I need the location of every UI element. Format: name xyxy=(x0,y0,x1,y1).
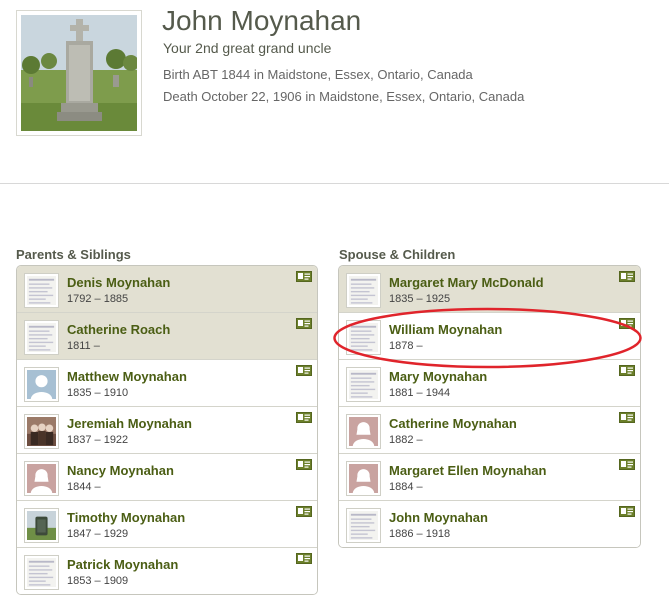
document-thumbnail-icon[interactable] xyxy=(24,555,59,590)
person-name-link[interactable]: Nancy Moynahan xyxy=(67,463,174,478)
document-thumbnail-icon[interactable] xyxy=(346,508,381,543)
profile-card-icon[interactable] xyxy=(619,318,635,329)
spouse-children-title: Spouse & Children xyxy=(339,247,456,262)
document-thumbnail-icon[interactable] xyxy=(24,273,59,308)
parents-siblings-row-denis-moynahan[interactable]: Denis Moynahan 1792 – 1885 xyxy=(17,266,317,313)
profile-photo[interactable] xyxy=(16,10,142,136)
profile-card-icon[interactable] xyxy=(619,271,635,282)
parents-siblings-row-jeremiah-moynahan[interactable]: Jeremiah Moynahan 1837 – 1922 xyxy=(17,407,317,454)
profile-card-icon[interactable] xyxy=(619,412,635,423)
parents-siblings-title: Parents & Siblings xyxy=(16,247,131,262)
male-silhouette-icon[interactable] xyxy=(24,367,59,402)
person-name-link[interactable]: William Moynahan xyxy=(389,322,502,337)
person-name-link[interactable]: Matthew Moynahan xyxy=(67,369,187,384)
person-name-link[interactable]: Margaret Ellen Moynahan xyxy=(389,463,546,478)
gravestone-photo-icon[interactable] xyxy=(24,508,59,543)
life-dates: 1792 – 1885 xyxy=(67,293,129,305)
person-name-link[interactable]: Timothy Moynahan xyxy=(67,510,185,525)
profile-card-icon[interactable] xyxy=(296,506,312,517)
person-name-link[interactable]: John Moynahan xyxy=(389,510,488,525)
birth-fact: Birth ABT 1844 in Maidstone, Essex, Onta… xyxy=(163,67,473,82)
female-silhouette-icon[interactable] xyxy=(346,414,381,449)
profile-card-icon[interactable] xyxy=(619,365,635,376)
life-dates: 1878 – xyxy=(389,340,423,352)
parents-siblings-panel: Denis Moynahan 1792 – 1885 Catherine Roach… xyxy=(16,265,318,595)
parents-siblings-row-timothy-moynahan[interactable]: Timothy Moynahan 1847 – 1929 xyxy=(17,501,317,548)
spouse-children-row-margaret-mary-mcdonald[interactable]: Margaret Mary McDonald 1835 – 1925 xyxy=(339,266,640,313)
profile-card-icon[interactable] xyxy=(296,553,312,564)
document-thumbnail-icon[interactable] xyxy=(346,367,381,402)
profile-card-icon[interactable] xyxy=(296,318,312,329)
spouse-children-row-catherine-moynahan[interactable]: Catherine Moynahan 1882 – xyxy=(339,407,640,454)
document-thumbnail-icon[interactable] xyxy=(24,320,59,355)
person-name-link[interactable]: Denis Moynahan xyxy=(67,275,170,290)
parents-siblings-row-patrick-moynahan[interactable]: Patrick Moynahan 1853 – 1909 xyxy=(17,548,317,594)
life-dates: 1853 – 1909 xyxy=(67,575,129,587)
life-dates: 1881 – 1944 xyxy=(389,387,451,399)
life-dates: 1884 – xyxy=(389,481,423,493)
profile-card-icon[interactable] xyxy=(296,412,312,423)
life-dates: 1882 – xyxy=(389,434,423,446)
spouse-children-panel: Margaret Mary McDonald 1835 – 1925 William… xyxy=(338,265,641,548)
life-dates: 1811 – xyxy=(67,340,100,352)
profile-card-icon[interactable] xyxy=(296,459,312,470)
spouse-children-row-margaret-ellen-moynahan[interactable]: Margaret Ellen Moynahan 1884 – xyxy=(339,454,640,501)
life-dates: 1837 – 1922 xyxy=(67,434,129,446)
person-name-link[interactable]: Margaret Mary McDonald xyxy=(389,275,544,290)
profile-card-icon[interactable] xyxy=(296,271,312,282)
life-dates: 1844 – xyxy=(67,481,101,493)
gravestone-photo-icon xyxy=(21,15,137,131)
death-fact: Death October 22, 1906 in Maidstone, Ess… xyxy=(163,89,525,104)
profile-card-icon[interactable] xyxy=(296,365,312,376)
parents-siblings-row-catherine-roach[interactable]: Catherine Roach 1811 – xyxy=(17,313,317,360)
document-thumbnail-icon[interactable] xyxy=(346,320,381,355)
person-name-link[interactable]: Catherine Moynahan xyxy=(389,416,517,431)
spouse-children-row-william-moynahan[interactable]: William Moynahan 1878 – xyxy=(339,313,640,360)
life-dates: 1835 – 1910 xyxy=(67,387,129,399)
life-dates: 1847 – 1929 xyxy=(67,528,129,540)
family-photo-icon[interactable] xyxy=(24,414,59,449)
header-divider xyxy=(0,183,669,184)
female-silhouette-icon[interactable] xyxy=(346,461,381,496)
life-dates: 1886 – 1918 xyxy=(389,528,451,540)
document-thumbnail-icon[interactable] xyxy=(346,273,381,308)
spouse-children-row-john-moynahan[interactable]: John Moynahan 1886 – 1918 xyxy=(339,501,640,547)
profile-card-icon[interactable] xyxy=(619,459,635,470)
person-name-link[interactable]: Patrick Moynahan xyxy=(67,557,178,572)
parents-siblings-row-matthew-moynahan[interactable]: Matthew Moynahan 1835 – 1910 xyxy=(17,360,317,407)
spouse-children-row-mary-moynahan[interactable]: Mary Moynahan 1881 – 1944 xyxy=(339,360,640,407)
person-name-link[interactable]: Mary Moynahan xyxy=(389,369,487,384)
parents-siblings-row-nancy-moynahan[interactable]: Nancy Moynahan 1844 – xyxy=(17,454,317,501)
relationship-text: Your 2nd great grand uncle xyxy=(163,40,332,56)
profile-card-icon[interactable] xyxy=(619,506,635,517)
life-dates: 1835 – 1925 xyxy=(389,293,451,305)
person-header: John Moynahan Your 2nd great grand uncle… xyxy=(0,0,669,184)
female-silhouette-icon[interactable] xyxy=(24,461,59,496)
person-name-link[interactable]: Catherine Roach xyxy=(67,322,170,337)
person-name: John Moynahan xyxy=(162,5,362,36)
person-name-link[interactable]: Jeremiah Moynahan xyxy=(67,416,192,431)
